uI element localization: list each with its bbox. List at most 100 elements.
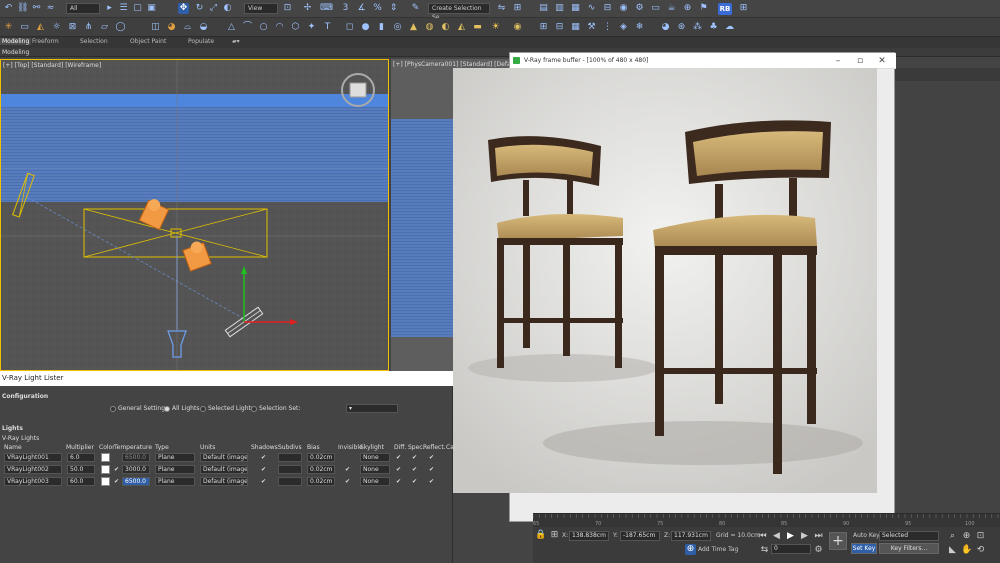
spline-icon[interactable]: ⌒ [242, 22, 253, 33]
pivot-icon[interactable]: ⊡ [282, 3, 293, 14]
sphere-icon[interactable]: ● [360, 22, 371, 33]
window-crossing-icon[interactable]: ▣ [146, 3, 157, 14]
tab-modeling[interactable]: Modeling [0, 38, 32, 45]
lock-selection-icon[interactable]: 🔒 [535, 530, 546, 541]
select-manipulate-icon[interactable]: ✢ [302, 3, 313, 14]
display-icon[interactable]: ▦ [570, 22, 581, 33]
hierarchy-icon[interactable]: ⊞ [538, 22, 549, 33]
key-filters-button[interactable]: Key Filters... [879, 543, 939, 554]
circle-icon[interactable]: ○ [258, 22, 269, 33]
temperature-field[interactable]: 3000.0 [122, 465, 150, 474]
material-sphere-icon[interactable]: ◕ [660, 22, 671, 33]
tab-selection[interactable]: Selection [80, 38, 108, 45]
light-name-field[interactable]: VRayLight002 [4, 465, 62, 474]
specular-checkbox[interactable]: ✔ [412, 454, 419, 461]
vray-render-icon[interactable]: ⊕ [682, 3, 693, 14]
orbit-icon[interactable]: ⟲ [975, 545, 986, 556]
mirror-icon[interactable]: ⇋ [496, 3, 507, 14]
create-camera-icon[interactable]: ▭ [19, 22, 30, 33]
vray-light-lister-icon[interactable]: ◫ [150, 22, 161, 33]
color-swatch[interactable] [101, 465, 110, 474]
ribbon-toggle-icon[interactable]: ▦ [570, 3, 581, 14]
current-frame-field[interactable]: 0 [771, 544, 811, 554]
set-key-plus-button[interactable]: + [829, 532, 847, 550]
field-of-view-icon[interactable]: ◣ [947, 545, 958, 556]
ngon-icon[interactable]: ⬡ [290, 22, 301, 33]
skylight-dropdown[interactable]: None [360, 477, 390, 486]
shadows-checkbox[interactable]: ✔ [261, 454, 268, 461]
top-viewport[interactable]: [+] [Top] [Standard] [Wireframe] [0, 59, 389, 371]
subdivs-field[interactable] [278, 453, 302, 462]
add-time-tag[interactable]: Add Time Tag [698, 546, 738, 553]
color-swatch[interactable] [101, 477, 110, 486]
keyboard-shortcut-icon[interactable]: ⌨ [320, 3, 333, 14]
temperature-checkbox[interactable] [114, 454, 121, 461]
globe-icon[interactable]: ⊛ [676, 22, 687, 33]
scatter-icon[interactable]: ⁂ [692, 22, 703, 33]
previous-frame-icon[interactable]: ◀ [771, 531, 782, 542]
maximize-icon[interactable]: ▫ [850, 53, 870, 69]
shadows-checkbox[interactable]: ✔ [261, 478, 268, 485]
invisible-checkbox[interactable] [345, 454, 352, 461]
placement-icon[interactable]: ◐ [222, 3, 233, 14]
schematic-view-icon[interactable]: ⊟ [602, 3, 613, 14]
freeze-icon[interactable]: ❄ [634, 22, 645, 33]
named-selection-dropdown[interactable]: Create Selection Se [428, 3, 490, 21]
scale-icon[interactable]: ⤢ [208, 3, 219, 14]
create-light-icon[interactable]: ✳ [3, 22, 14, 33]
z-coordinate-field[interactable]: 117.931cm [671, 531, 711, 541]
align-icon[interactable]: ⊞ [512, 3, 523, 14]
undo-icon[interactable]: ↶ [3, 3, 14, 14]
key-mode-icon[interactable]: ⇆ [759, 545, 770, 556]
cone-icon[interactable]: ▲ [408, 22, 419, 33]
temperature-field[interactable]: 6500.0 [122, 477, 150, 486]
reference-coordinate-dropdown[interactable]: View [244, 3, 278, 14]
color-swatch[interactable] [101, 453, 110, 462]
type-dropdown[interactable]: Plane [155, 465, 195, 474]
next-frame-icon[interactable]: ▶ [799, 531, 810, 542]
motion-icon[interactable]: ⊟ [554, 22, 565, 33]
snaps-toggle-icon[interactable]: 3 [340, 3, 351, 14]
tab-populate[interactable]: Populate [188, 38, 214, 45]
arc-icon[interactable]: ◠ [274, 22, 285, 33]
utilities-icon[interactable]: ⚒ [586, 22, 597, 33]
auto-key-button[interactable]: Auto Key [853, 532, 880, 539]
all-lights-radio[interactable] [164, 406, 170, 412]
bias-field[interactable]: 0.02cm [307, 477, 335, 486]
sun-icon[interactable]: ☀ [490, 22, 501, 33]
invisible-checkbox[interactable]: ✔ [345, 466, 352, 473]
units-dropdown[interactable]: Default (image) [200, 465, 248, 474]
edit-named-selection-icon[interactable]: ✎ [410, 3, 421, 14]
vray-fur-icon[interactable]: ⋔ [83, 22, 94, 33]
invisible-checkbox[interactable]: ✔ [345, 478, 352, 485]
skylight-dropdown[interactable]: None [360, 453, 390, 462]
reflect-checkbox[interactable]: ✔ [429, 466, 436, 473]
bind-icon[interactable]: ≈ [45, 3, 56, 14]
grid-snap-icon[interactable]: ⋮ [602, 22, 613, 33]
selection-set-dropdown[interactable]: ▾ [346, 404, 398, 413]
pyramid-icon[interactable]: ◭ [456, 22, 467, 33]
ribbon-options-icon[interactable]: ▰▾ [232, 38, 240, 45]
move-icon[interactable]: ✥ [178, 3, 189, 14]
tab-object-paint[interactable]: Object Paint [130, 38, 166, 45]
teapot-icon[interactable]: ◉ [512, 22, 523, 33]
vray-ies-icon[interactable]: ◕ [166, 22, 177, 33]
lights-header[interactable]: Lights [2, 425, 23, 432]
spinner-snap-icon[interactable]: ⇕ [388, 3, 399, 14]
timeline-ruler[interactable]: 65 70 75 80 85 90 95 100 [533, 513, 1000, 527]
absolute-mode-icon[interactable]: ⊞ [549, 530, 560, 541]
selection-set-radio[interactable] [251, 406, 257, 412]
vray-sun-icon[interactable]: ☼ [51, 22, 62, 33]
units-dropdown[interactable]: Default (image) [200, 453, 248, 462]
vray-plane-icon[interactable]: ▱ [99, 22, 110, 33]
zoom-icon[interactable]: ⌕ [947, 531, 958, 542]
pan-icon[interactable]: ✋ [961, 545, 972, 556]
light-name-field[interactable]: VRayLight001 [4, 453, 62, 462]
vray-light-icon[interactable]: ◭ [35, 22, 46, 33]
selection-filter-dropdown[interactable]: All [66, 3, 100, 14]
tube-icon[interactable]: ◐ [440, 22, 451, 33]
tab-freeform[interactable]: Freeform [32, 38, 59, 45]
unlink-icon[interactable]: ⚯ [31, 3, 42, 14]
forest-icon[interactable]: ♣ [708, 22, 719, 33]
text-shape-icon[interactable]: T [322, 22, 333, 33]
